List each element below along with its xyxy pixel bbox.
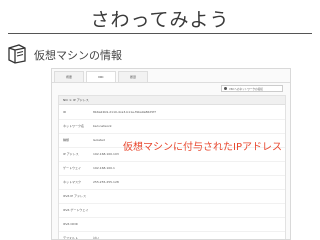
row-label: ネットマスク [63, 180, 82, 184]
row-label: ネットワーク名 [63, 124, 85, 128]
row-ipv6-gateway: IPv6 ゲートウェイ [59, 203, 285, 218]
row-label: ゲートウェイ [63, 166, 82, 170]
row-value: はい [93, 236, 100, 240]
book-icon [6, 42, 28, 68]
add-network-label: VNI へのネットワークの接続 [229, 87, 263, 91]
row-label: ID [63, 110, 67, 114]
row-value: 192.168.100.103 [93, 152, 119, 156]
slide-title: さわってみよう [90, 9, 230, 31]
row-network-name: ネットワーク名 bsd-network [59, 119, 285, 134]
section-heading: 仮想マシンの情報 [6, 43, 122, 67]
row-default: デフォルト はい [59, 231, 285, 240]
row-value: 8b6a22b9-2110-4ca3-b11e-f9ba9a86d5f7 [93, 110, 157, 114]
row-value: 192.168.100.1 [93, 166, 115, 170]
row-value: bsd-network [93, 124, 112, 128]
row-value: Isolated [93, 138, 105, 142]
row-gateway: ゲートウェイ 192.168.100.1 [59, 161, 285, 176]
row-label: 種類 [63, 138, 70, 142]
embedded-screenshot: 概要 NIC 履歴 VNI へのネットワークの接続 NIC 1: IP アドレス… [51, 68, 291, 240]
plus-icon [224, 87, 227, 90]
nic-panel: NIC 1: IP アドレス ID 8b6a22b9-2110-4ca3-b11… [58, 95, 286, 240]
ip-address-callout: 仮想マシンに付与されたIPアドレス [123, 142, 282, 153]
row-ipv6-cidr: IPv6 CIDR [59, 217, 285, 232]
panel-title: NIC 1: IP アドレス [59, 96, 285, 105]
title-divider [8, 33, 312, 34]
section-heading-text: 仮想マシンの情報 [34, 49, 122, 62]
row-label: IPv6 IP アドレス [63, 194, 86, 198]
row-label: IP アドレス [63, 152, 79, 156]
row-value: 255.255.255.128 [93, 180, 119, 184]
tab-bar-divider [52, 82, 290, 83]
row-id: ID 8b6a22b9-2110-4ca3-b11e-f9ba9a86d5f7 [59, 105, 285, 120]
row-label: IPv6 CIDR [63, 222, 78, 226]
add-network-button[interactable]: VNI へのネットワークの接続 [221, 85, 283, 92]
row-ipv6-address: IPv6 IP アドレス [59, 189, 285, 204]
row-label: IPv6 ゲートウェイ [63, 208, 89, 212]
row-label: デフォルト [63, 236, 79, 240]
row-netmask: ネットマスク 255.255.255.128 [59, 175, 285, 190]
